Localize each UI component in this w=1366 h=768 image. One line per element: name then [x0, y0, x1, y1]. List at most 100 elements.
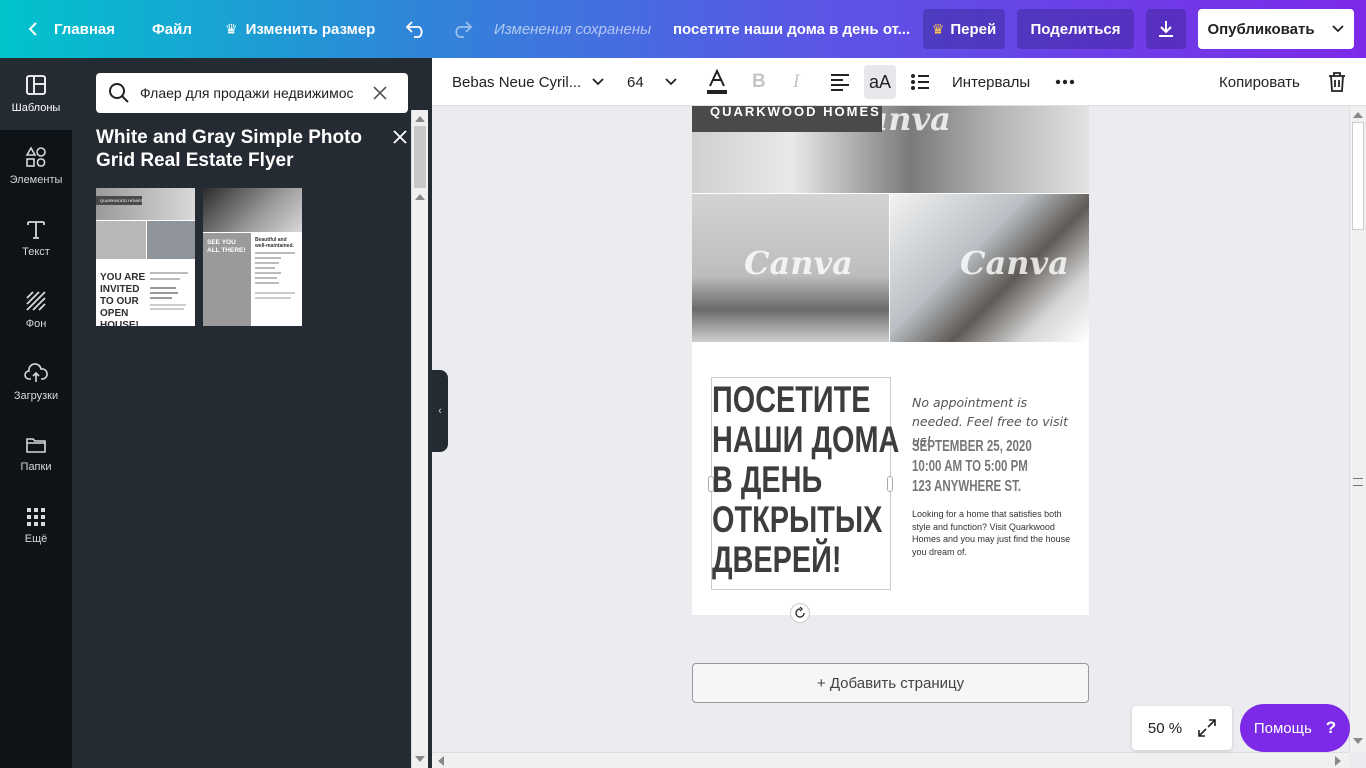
fullscreen-icon[interactable] — [1198, 719, 1216, 737]
design-canvas: Canva QUARKWOOD HOMES Canva Canva ПОСЕТИ… — [432, 106, 1348, 752]
font-family-select[interactable]: Bebas Neue Cyril... — [452, 58, 605, 106]
templates-panel: White and Gray Simple Photo Grid Real Es… — [72, 58, 432, 768]
resize-handle-right[interactable] — [887, 476, 893, 492]
photo-bathroom[interactable]: Canva — [890, 194, 1089, 342]
scroll-down-arrow-icon[interactable] — [415, 756, 425, 762]
event-date[interactable]: SEPTEMBER 25, 2020 — [912, 438, 1032, 456]
copy-button[interactable]: Копировать — [1219, 58, 1300, 106]
font-size-select[interactable]: 64 — [627, 58, 678, 106]
letter-case-button[interactable]: aA — [864, 65, 896, 99]
align-button[interactable] — [830, 58, 850, 106]
rail-item-folders[interactable]: Папки — [0, 418, 72, 490]
design-page[interactable]: Canva QUARKWOOD HOMES Canva Canva ПОСЕТИ… — [692, 106, 1089, 615]
crown-icon: ♛ — [225, 20, 238, 37]
clear-search-icon[interactable] — [372, 85, 388, 101]
elements-icon — [25, 146, 46, 167]
rail-item-background[interactable]: Фон — [0, 274, 72, 346]
delete-button[interactable] — [1327, 58, 1347, 106]
brand-label[interactable]: QUARKWOOD HOMES — [692, 106, 882, 132]
top-bar: Главная Файл ♛ Изменить размер Изменения… — [0, 0, 1366, 58]
rail-label: Текст — [22, 246, 50, 258]
description-text[interactable]: Looking for a home that satisfies both s… — [912, 508, 1072, 558]
redo-button[interactable] — [450, 0, 474, 58]
list-button[interactable] — [910, 58, 930, 106]
rail-item-uploads[interactable]: Загрузки — [0, 346, 72, 418]
canvas-vertical-scrollbar[interactable] — [1349, 106, 1366, 752]
headline-text[interactable]: ПОСЕТИТЕ НАШИ ДОМА В ДЕНЬ ОТКРЫТЫХ ДВЕРЕ… — [712, 380, 899, 580]
publish-button[interactable]: Опубликовать — [1198, 9, 1354, 49]
crown-icon: ♛ — [931, 20, 945, 37]
search-input[interactable] — [140, 85, 360, 101]
rotate-handle[interactable] — [790, 603, 810, 623]
download-button[interactable] — [1146, 9, 1186, 49]
scrollbar-thumb[interactable] — [1352, 122, 1364, 230]
rail-item-templates[interactable]: Шаблоны — [0, 58, 72, 130]
zoom-value: 50 % — [1147, 719, 1183, 737]
home-button[interactable]: Главная — [26, 0, 115, 58]
collapse-panel-button[interactable]: ‹ — [432, 370, 448, 452]
resize-handle-left[interactable] — [708, 476, 714, 492]
canvas-horizontal-scrollbar[interactable] — [432, 752, 1349, 768]
resize-button[interactable]: ♛ Изменить размер — [225, 0, 375, 58]
thumb-photo — [203, 188, 302, 232]
photo-dining-room[interactable]: Canva — [692, 194, 889, 342]
file-label: Файл — [152, 20, 192, 38]
resize-label: Изменить размер — [245, 20, 376, 38]
more-horizontal-icon — [1055, 79, 1075, 85]
search-box — [96, 73, 408, 113]
italic-button[interactable]: I — [793, 58, 799, 106]
scrollbar-thumb[interactable] — [414, 126, 426, 188]
background-icon — [26, 291, 46, 311]
bold-button[interactable]: B — [752, 58, 766, 106]
bold-icon: B — [752, 71, 766, 92]
spacing-button[interactable]: Интервалы — [952, 58, 1030, 106]
align-left-icon — [831, 74, 849, 91]
close-icon[interactable] — [392, 129, 408, 145]
thumb-text-line — [255, 257, 281, 259]
rail-label: Фон — [25, 318, 47, 330]
text-color-button[interactable] — [706, 58, 728, 106]
panel-scrollbar[interactable] — [411, 110, 428, 768]
scroll-up-arrow-icon[interactable] — [1353, 112, 1363, 118]
help-button[interactable]: Помощь ? — [1240, 704, 1350, 752]
side-rail: Шаблоны Элементы Текст Фон Загрузки Папк… — [0, 58, 72, 768]
rail-item-more[interactable]: Ещё — [0, 490, 72, 562]
more-options-button[interactable] — [1055, 58, 1075, 106]
rail-label: Ещё — [24, 533, 48, 545]
thumb-photo — [96, 221, 146, 259]
scroll-down-arrow-icon[interactable] — [1353, 738, 1363, 744]
scroll-left-arrow-icon[interactable] — [438, 756, 444, 766]
headline-selection-box[interactable]: ПОСЕТИТЕ НАШИ ДОМА В ДЕНЬ ОТКРЫТЫХ ДВЕРЕ… — [708, 377, 899, 590]
scroll-up-arrow-icon[interactable] — [415, 194, 425, 200]
template-page-thumbnail-2[interactable]: SEE YOU ALL THERE! Beautiful and well-ma… — [203, 188, 302, 326]
template-page-thumbnail-1[interactable]: QUARKWOOD HOMES YOU ARE INVITED TO OUR O… — [96, 188, 195, 326]
text-color-icon — [707, 69, 727, 94]
upgrade-button[interactable]: ♛ Перей — [923, 9, 1005, 49]
share-button[interactable]: Поделиться — [1017, 9, 1134, 49]
thumb-text-line — [255, 282, 279, 284]
more-grid-icon — [27, 508, 45, 526]
search-icon — [109, 83, 129, 103]
add-page-button[interactable]: + Добавить страницу — [692, 663, 1089, 703]
event-address[interactable]: 123 ANYWHERE ST. — [912, 478, 1021, 496]
share-label: Поделиться — [1030, 20, 1121, 38]
rail-label: Загрузки — [13, 390, 59, 402]
scrollbar-grip-icon — [1353, 478, 1363, 486]
scroll-right-arrow-icon[interactable] — [1335, 756, 1341, 766]
letter-case-icon: aA — [868, 71, 892, 92]
undo-button[interactable] — [404, 0, 428, 58]
chevron-left-icon — [28, 22, 37, 36]
font-family-value: Bebas Neue Cyril... — [452, 73, 582, 91]
zoom-control[interactable]: 50 % — [1132, 706, 1232, 750]
event-time[interactable]: 10:00 AM TO 5:00 PM — [912, 458, 1028, 476]
publish-label: Опубликовать — [1207, 20, 1315, 38]
thumb-text-line — [255, 297, 291, 299]
document-title[interactable]: посетите наши дома в день от... — [673, 0, 910, 58]
canva-watermark: Canva — [744, 244, 853, 282]
file-menu-button[interactable]: Файл — [152, 0, 192, 58]
rail-item-elements[interactable]: Элементы — [0, 130, 72, 202]
scroll-up-arrow-icon[interactable] — [415, 116, 425, 122]
thumb-text-line — [255, 267, 275, 269]
rail-item-text[interactable]: Текст — [0, 202, 72, 274]
trash-icon — [1329, 72, 1345, 92]
